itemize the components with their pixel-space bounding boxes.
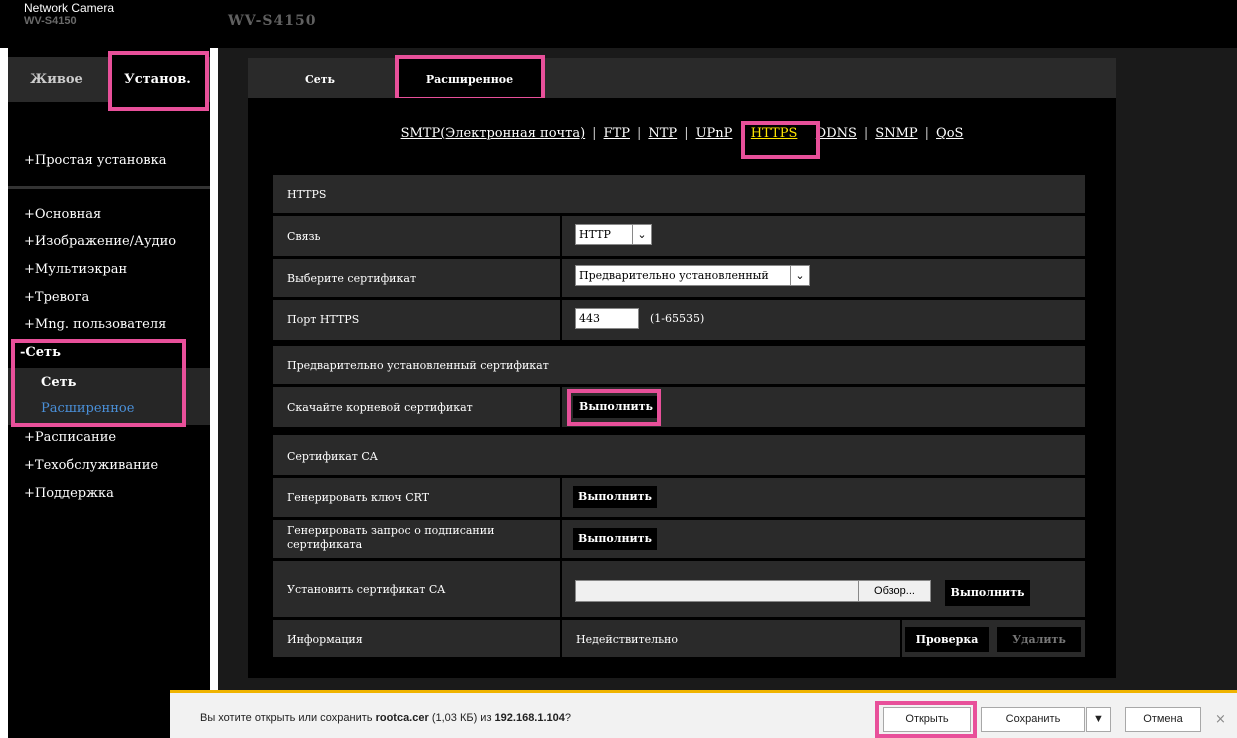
file-path-input[interactable]: [575, 580, 860, 602]
gen-csr-execute-button[interactable]: Выполнить: [573, 528, 657, 550]
close-icon[interactable]: ×: [1215, 712, 1226, 727]
install-execute-button[interactable]: Выполнить: [945, 580, 1030, 606]
sidebar-item-user-mng[interactable]: +Mng. пользователя: [24, 317, 166, 332]
subnav-separator: |: [924, 126, 930, 141]
subnav-separator: |: [739, 126, 744, 141]
subnav-qos[interactable]: QoS: [936, 126, 963, 141]
info-label: Информация: [287, 633, 363, 646]
tab-network[interactable]: Сеть: [250, 58, 390, 98]
chevron-down-icon: ⌄: [790, 266, 809, 285]
download-root-execute-button[interactable]: Выполнить: [573, 396, 659, 418]
caret-down-icon: ▼: [1093, 713, 1104, 725]
gen-key-label: Генерировать ключ CRT: [287, 491, 430, 504]
sidebar-subitem-advanced[interactable]: Расширенное: [41, 401, 134, 416]
port-label: Порт HTTPS: [287, 313, 360, 326]
connection-label: Связь: [287, 230, 321, 243]
subnav-separator: |: [804, 126, 809, 141]
subnav-smtp[interactable]: SMTP(Электронная почта): [401, 126, 586, 141]
tab-setup[interactable]: Установ.: [108, 57, 207, 102]
gen-csr-label: Генерировать запрос о подписании сертифи…: [287, 524, 494, 552]
download-size: (1,03 КБ) из: [428, 712, 495, 724]
subnav-separator: |: [592, 126, 597, 141]
subnav-separator: |: [637, 126, 642, 141]
sidebar-item-maintenance[interactable]: +Техобслуживание: [24, 458, 158, 473]
brand-model: WV-S4150: [24, 15, 77, 27]
model-title: WV-S4150: [228, 13, 317, 29]
section-ca-header: Сертификат CA: [273, 435, 1085, 475]
subnav-upnp[interactable]: UPnP: [696, 126, 733, 141]
install-label: Установить сертификат CA: [287, 583, 446, 596]
row-connection: Связь: [273, 216, 1085, 256]
download-root-label: Скачайте корневой сертификат: [287, 401, 473, 414]
https-port-input[interactable]: 443: [575, 308, 639, 329]
connection-select[interactable]: HTTP ⌄: [575, 224, 652, 245]
tab-advanced[interactable]: Расширенное: [396, 58, 543, 98]
subnav-https[interactable]: HTTPS: [751, 126, 798, 141]
sidebar-item-image-audio[interactable]: +Изображение/Аудио: [24, 234, 176, 249]
subnav-separator: |: [684, 126, 689, 141]
open-button[interactable]: Открыть: [883, 707, 971, 732]
save-options-button[interactable]: ▼: [1086, 707, 1111, 732]
connection-select-value: HTTP: [579, 228, 611, 241]
sidebar-item-easy-setup[interactable]: +Простая установка: [24, 153, 167, 168]
subnav-snmp[interactable]: SNMP: [875, 126, 917, 141]
sidebar-item-basic[interactable]: +Основная: [24, 207, 101, 222]
check-button[interactable]: Проверка: [905, 627, 989, 652]
prompt-suffix: ?: [564, 712, 572, 724]
tab-live[interactable]: Живое: [8, 57, 105, 102]
save-button[interactable]: Сохранить: [981, 707, 1085, 732]
section-title: Сертификат CA: [287, 450, 378, 463]
download-filename: rootca.cer: [375, 712, 429, 724]
cell-divider: [900, 620, 902, 657]
gen-csr-label-line: Генерировать запрос о подписании: [287, 524, 495, 537]
browse-button[interactable]: Обзор...: [858, 580, 931, 602]
cert-select-value: Предварительно установленный: [579, 269, 769, 282]
row-gen-csr: Генерировать запрос о подписании сертифи…: [273, 520, 1085, 558]
section-title: Предварительно установленный сертификат: [287, 359, 549, 372]
subnav: SMTP(Электронная почта) | FTP | NTP | UPnP | HTT…: [250, 126, 1114, 141]
cert-select-label: Выберите сертификат: [287, 272, 417, 285]
row-download-root: Скачайте корневой сертификат: [273, 387, 1085, 427]
download-prompt: Вы хотите открыть или сохранить rootca.c…: [200, 712, 571, 724]
subnav-separator: |: [863, 126, 869, 141]
subnav-ddns[interactable]: DDNS: [816, 126, 857, 141]
brand-name: Network Camera: [24, 1, 115, 15]
gen-csr-label-line: сертификата: [287, 538, 363, 551]
sidebar-subitem-network[interactable]: Сеть: [41, 375, 77, 390]
sidebar-item-network[interactable]: -Сеть: [20, 345, 61, 360]
sidebar-item-schedule[interactable]: +Расписание: [24, 430, 116, 445]
sidebar-divider: [8, 186, 210, 189]
section-title: HTTPS: [287, 188, 327, 201]
download-host: 192.168.1.104: [494, 712, 565, 724]
section-preinstalled-header: Предварительно установленный сертификат: [273, 346, 1085, 384]
sidebar-item-multiscreen[interactable]: +Мультиэкран: [24, 262, 127, 277]
port-range-hint: (1-65535): [650, 312, 705, 325]
cancel-button[interactable]: Отмена: [1125, 707, 1201, 732]
chevron-down-icon: ⌄: [632, 225, 651, 244]
info-value: Недействительно: [576, 633, 679, 646]
section-https-header: HTTPS: [273, 175, 1085, 213]
row-gen-key: Генерировать ключ CRT: [273, 478, 1085, 517]
sidebar-network-submenu: [8, 368, 210, 425]
brand-logo: Network Camera WV-S4150: [24, 2, 114, 28]
sidebar-item-alarm[interactable]: +Тревога: [24, 290, 89, 305]
cert-select[interactable]: Предварительно установленный ⌄: [575, 265, 810, 286]
sidebar-item-support[interactable]: +Поддержка: [24, 486, 114, 501]
prompt-prefix: Вы хотите открыть или сохранить: [200, 712, 376, 724]
subnav-ntp[interactable]: NTP: [648, 126, 677, 141]
top-header-bar: [0, 0, 1237, 48]
subnav-ftp[interactable]: FTP: [604, 126, 630, 141]
gen-key-execute-button[interactable]: Выполнить: [573, 486, 657, 508]
delete-button[interactable]: Удалить: [997, 627, 1081, 652]
